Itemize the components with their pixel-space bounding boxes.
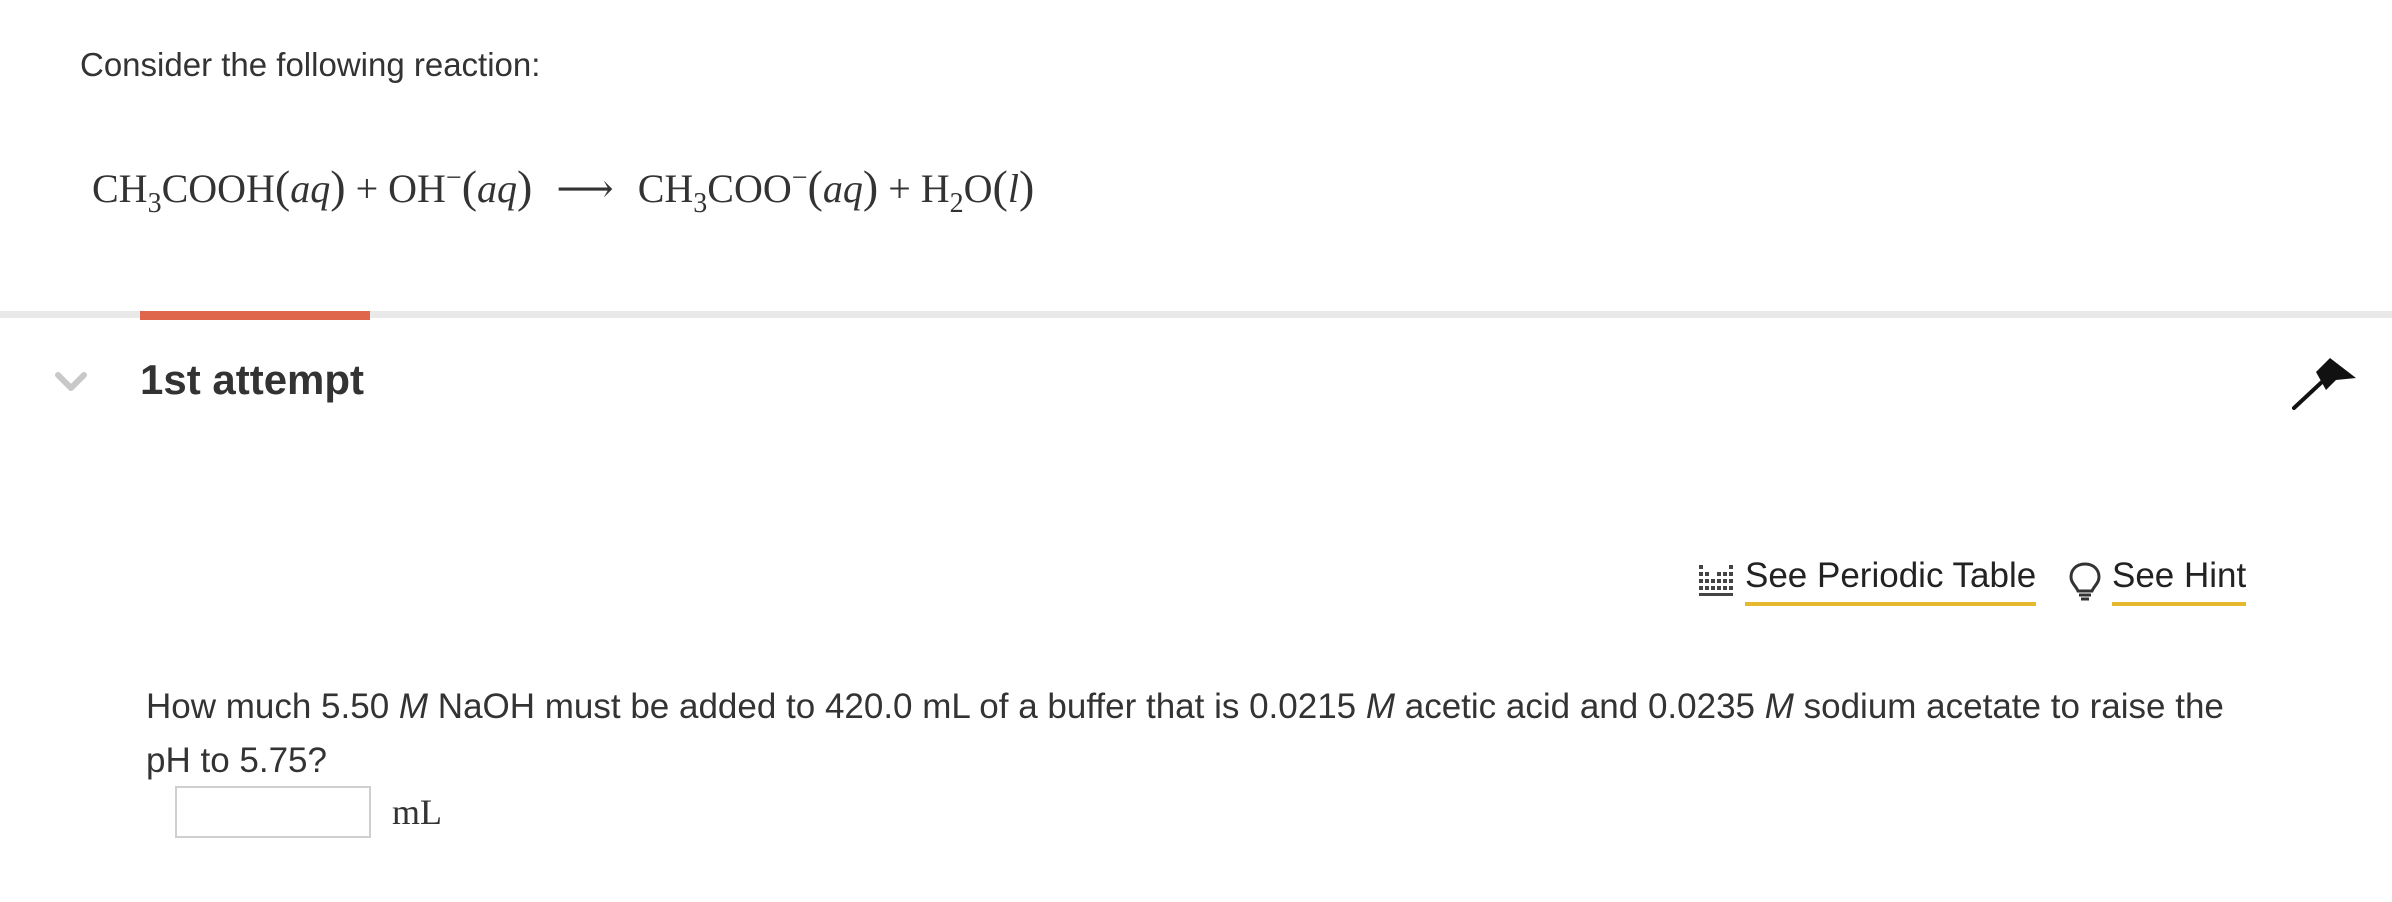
product-water: H2O (920, 166, 993, 219)
state-label: aq (290, 166, 331, 211)
chevron-down-icon[interactable] (54, 366, 88, 396)
intro-text: Consider the following reaction: (80, 46, 541, 83)
state-label: l (1007, 166, 1019, 211)
reactant-hydroxide: OH− (388, 162, 462, 211)
reactant-acetic-acid: CH3COOH (92, 166, 275, 219)
attempt-title: 1st attempt (140, 356, 365, 403)
product-acetate: CH3COO− (637, 162, 808, 219)
state-label: aq (477, 166, 518, 211)
see-periodic-table-link[interactable]: See Periodic Table (1697, 556, 2037, 606)
periodic-table-icon (1699, 565, 1733, 596)
plus-sign: + (888, 166, 911, 211)
see-hint-label[interactable]: See Hint (2112, 556, 2247, 606)
question-text: How much 5.50 M NaOH must be added to 42… (146, 687, 2224, 780)
lightbulb-icon (2069, 562, 2101, 601)
state-label: aq (822, 166, 863, 211)
reaction-equation: CH3COOH(aq) + OH−(aq) ⟶ CH3COO−(aq) + H2… (92, 161, 1035, 219)
see-hint-link[interactable]: See Hint (2068, 556, 2247, 606)
question-page: Consider the following reaction: CH3COOH… (0, 0, 2392, 902)
answer-input[interactable] (175, 786, 371, 838)
active-attempt-indicator (140, 311, 370, 320)
flag-icon[interactable] (2290, 356, 2360, 412)
answer-unit: mL (392, 792, 442, 832)
see-periodic-table-label[interactable]: See Periodic Table (1745, 556, 2037, 606)
reaction-arrow: ⟶ (556, 166, 614, 211)
plus-sign: + (355, 166, 379, 211)
